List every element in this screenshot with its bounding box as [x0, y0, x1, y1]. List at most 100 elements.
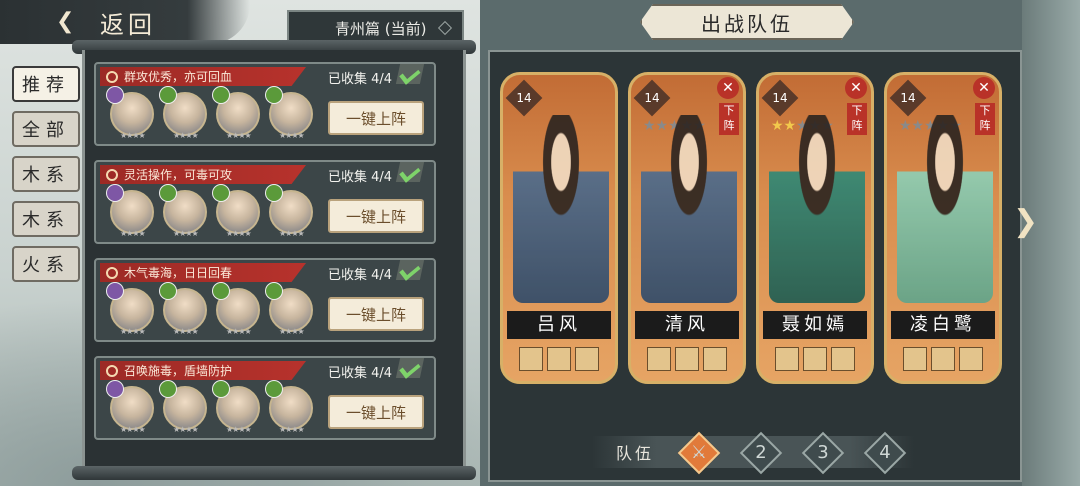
star-icon: ★★★★: [226, 425, 252, 434]
team-label: 队伍: [616, 444, 655, 463]
avatar-row: ★★★★ ★★★★ ★★★★ ★★★★: [106, 86, 313, 140]
lineup-panel: 出战队伍 14 吕风 14 ✕ 下阵 ★★★★★ 清风 14 ✕ 下阵 ★★★★…: [480, 0, 1080, 486]
equipment-row: [775, 347, 855, 371]
star-icon: ★★★★: [279, 229, 305, 238]
desc-banner: 群攻优秀，亦可回血: [100, 67, 306, 86]
level-badge: 14: [505, 79, 543, 117]
search-icon: [106, 168, 118, 181]
avatar[interactable]: ★★★★: [159, 282, 207, 336]
hero-name: 凌白鹭: [891, 311, 995, 339]
avatar[interactable]: ★★★★: [106, 380, 154, 434]
leaf-icon: [159, 380, 177, 398]
hero-card[interactable]: 14 ✕ 下阵 ★★★★★ 清风: [628, 72, 746, 384]
equipment-row: [647, 347, 727, 371]
hero-name: 聂如嫣: [763, 311, 867, 339]
avatar[interactable]: ★★★★: [265, 380, 313, 434]
tab-recommend[interactable]: 推荐: [12, 66, 80, 102]
accessory-icon[interactable]: [831, 347, 855, 371]
star-icon: ★★★★: [120, 327, 146, 336]
scroll-rod-bottom: [72, 466, 476, 480]
hero-portrait: [769, 115, 865, 303]
avatar[interactable]: ★★★★: [106, 86, 154, 140]
hero-name: 吕风: [507, 311, 611, 339]
avatar[interactable]: ★★★★: [265, 86, 313, 140]
hero-card[interactable]: 14 吕风: [500, 72, 618, 384]
level-badge: 14: [761, 79, 799, 117]
avatar[interactable]: ★★★★: [159, 86, 207, 140]
leaf-icon: [159, 184, 177, 202]
card-desc: 群攻优秀，亦可回血: [124, 70, 233, 84]
tab-water[interactable]: 木系: [12, 156, 80, 192]
leaf-icon: [212, 86, 230, 104]
weapon-icon[interactable]: [647, 347, 671, 371]
star-icon: ★★★★: [173, 131, 199, 140]
tab-fire[interactable]: 火系: [12, 246, 80, 282]
one-click-deploy-button[interactable]: 一键上阵: [328, 297, 424, 331]
avatar[interactable]: ★★★★: [212, 184, 260, 238]
star-icon: ★★★★: [120, 131, 146, 140]
weapon-icon[interactable]: [519, 347, 543, 371]
tab-wood[interactable]: 木系: [12, 201, 80, 237]
recommend-card: 召唤施毒，盾墙防护 已收集 4/4 ★★★★ ★★★★ ★★★★ ★★★★ 一键…: [94, 356, 436, 440]
card-desc: 灵活操作，可毒可攻: [124, 168, 233, 182]
collected-count: 已收集 4/4: [328, 170, 393, 185]
leaf-icon: [265, 380, 283, 398]
next-arrow-icon[interactable]: ❯: [1013, 204, 1038, 239]
diamond-icon: [437, 20, 453, 36]
recommend-card: 群攻优秀，亦可回血 已收集 4/4 ★★★★ ★★★★ ★★★★ ★★★★ 一键…: [94, 62, 436, 146]
armor-icon[interactable]: [931, 347, 955, 371]
avatar-row: ★★★★ ★★★★ ★★★★ ★★★★: [106, 282, 313, 336]
back-button[interactable]: ❮ 返回: [56, 6, 156, 39]
lineup-title: 出战队伍: [640, 4, 854, 40]
one-click-deploy-button[interactable]: 一键上阵: [328, 101, 424, 135]
star-icon: ★★★★: [173, 229, 199, 238]
remove-icon[interactable]: ✕: [717, 77, 739, 99]
star-icon: ★★★★: [226, 131, 252, 140]
armor-icon[interactable]: [547, 347, 571, 371]
category-tabs: 推荐 全部 木系 木系 火系: [12, 66, 84, 291]
avatar[interactable]: ★★★★: [106, 282, 154, 336]
avatar[interactable]: ★★★★: [265, 184, 313, 238]
avatar[interactable]: ★★★★: [159, 184, 207, 238]
one-click-deploy-button[interactable]: 一键上阵: [328, 199, 424, 233]
level-badge: 14: [633, 79, 671, 117]
remove-icon[interactable]: ✕: [973, 77, 995, 99]
avatar[interactable]: ★★★★: [265, 282, 313, 336]
check-icon: [395, 64, 425, 84]
remove-icon[interactable]: ✕: [845, 77, 867, 99]
hero-name: 清风: [635, 311, 739, 339]
leaf-icon: [212, 380, 230, 398]
armor-icon[interactable]: [803, 347, 827, 371]
equipment-row: [903, 347, 983, 371]
accessory-icon[interactable]: [959, 347, 983, 371]
weapon-icon[interactable]: [775, 347, 799, 371]
weapon-icon[interactable]: [903, 347, 927, 371]
crossed-swords-icon: ⚔: [690, 442, 708, 463]
taiji-icon: [106, 380, 124, 398]
accessory-icon[interactable]: [575, 347, 599, 371]
leaf-icon: [159, 282, 177, 300]
avatar[interactable]: ★★★★: [212, 380, 260, 434]
star-icon: ★★★★: [226, 327, 252, 336]
avatar[interactable]: ★★★★: [212, 86, 260, 140]
collected-count: 已收集 4/4: [328, 366, 393, 381]
avatar[interactable]: ★★★★: [159, 380, 207, 434]
armor-icon[interactable]: [675, 347, 699, 371]
tab-all[interactable]: 全部: [12, 111, 80, 147]
avatar-row: ★★★★ ★★★★ ★★★★ ★★★★: [106, 380, 313, 434]
hero-card[interactable]: 14 ✕ 下阵 ★★★★★ 聂如嫣: [756, 72, 874, 384]
leaf-icon: [212, 184, 230, 202]
avatar-row: ★★★★ ★★★★ ★★★★ ★★★★: [106, 184, 313, 238]
accessory-icon[interactable]: [703, 347, 727, 371]
check-icon: [395, 162, 425, 182]
one-click-deploy-button[interactable]: 一键上阵: [328, 395, 424, 429]
avatar[interactable]: ★★★★: [212, 282, 260, 336]
hero-card[interactable]: 14 ✕ 下阵 ★★★★★ 凌白鹭: [884, 72, 1002, 384]
leaf-icon: [265, 282, 283, 300]
avatar[interactable]: ★★★★: [106, 184, 154, 238]
search-icon: [106, 266, 118, 279]
collected-count: 已收集 4/4: [328, 268, 393, 283]
star-icon: ★★★★: [173, 327, 199, 336]
star-icon: ★★★★: [279, 131, 305, 140]
leaf-icon: [265, 184, 283, 202]
